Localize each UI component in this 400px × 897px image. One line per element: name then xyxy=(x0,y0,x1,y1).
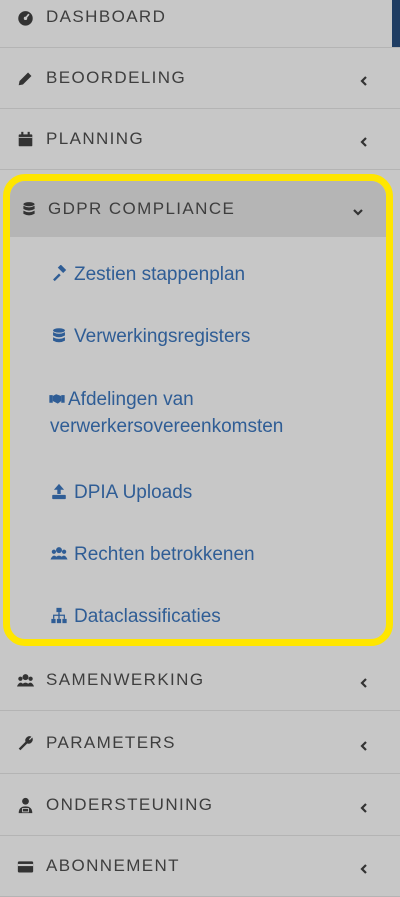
sidebar-item-label: PLANNING xyxy=(46,129,145,148)
wrench-icon xyxy=(14,734,36,752)
upload-icon xyxy=(50,481,70,500)
handshake-icon xyxy=(48,388,68,405)
chevron-left-icon xyxy=(358,72,370,86)
submenu-verwerkingsregisters[interactable]: Verwerkingsregisters xyxy=(50,323,250,350)
sidebar-item-label: GDPR COMPLIANCE xyxy=(48,199,236,218)
sidebar-item-label: ONDERSTEUNING xyxy=(46,795,214,814)
chevron-left-icon xyxy=(358,799,370,813)
sidebar-item-abonnement[interactable]: ABONNEMENT xyxy=(0,836,400,897)
submenu-label: Verwerkingsregisters xyxy=(74,326,251,347)
support-user-icon xyxy=(14,796,36,814)
users-icon xyxy=(14,671,36,689)
sidebar-item-ondersteuning[interactable]: ONDERSTEUNING xyxy=(0,775,400,836)
submenu-label: Dataclassificaties xyxy=(74,606,221,627)
chevron-down-icon xyxy=(352,203,364,216)
users-icon xyxy=(50,543,70,560)
chevron-left-icon xyxy=(358,674,370,688)
gauge-icon xyxy=(14,8,36,26)
sidebar-item-dashboard[interactable]: DASHBOARD xyxy=(0,0,400,48)
submenu-dataclassificaties[interactable]: Dataclassificaties xyxy=(50,603,221,630)
submenu-label: Zestien stappenplan xyxy=(74,264,246,285)
credit-card-icon xyxy=(14,857,36,875)
chevron-left-icon xyxy=(358,737,370,751)
pencil-icon xyxy=(14,69,36,87)
sidebar-item-label: DASHBOARD xyxy=(46,7,167,26)
sidebar-item-gdpr-compliance[interactable]: GDPR COMPLIANCE xyxy=(10,181,386,237)
database-icon xyxy=(50,325,70,343)
submenu-zestien-stappenplan[interactable]: Zestien stappenplan xyxy=(50,261,245,288)
sitemap-icon xyxy=(50,605,70,624)
submenu-dpia-uploads[interactable]: DPIA Uploads xyxy=(50,479,192,506)
submenu-label: DPIA Uploads xyxy=(74,482,193,503)
submenu-rechten-betrokkenen[interactable]: Rechten betrokkenen xyxy=(50,541,255,568)
sidebar-item-samenwerking[interactable]: SAMENWERKING xyxy=(0,650,400,711)
database-icon xyxy=(18,200,40,218)
chevron-left-icon xyxy=(358,860,370,874)
sidebar-item-label: BEOORDELING xyxy=(46,68,187,87)
chevron-left-icon xyxy=(358,133,370,147)
submenu-afdelingen-verwerkersovereenkomsten[interactable]: Afdelingen van verwerkersovereenkomsten xyxy=(48,386,380,440)
sidebar-item-planning[interactable]: PLANNING xyxy=(0,109,400,170)
gdpr-compliance-section: GDPR COMPLIANCE Zestien stappenplan Verw… xyxy=(3,174,393,646)
sidebar-item-label: SAMENWERKING xyxy=(46,670,205,689)
submenu-label: Rechten betrokkenen xyxy=(74,544,255,565)
sidebar-item-parameters[interactable]: PARAMETERS xyxy=(0,713,400,774)
sidebar-item-label: ABONNEMENT xyxy=(46,856,180,875)
sidebar-item-beoordeling[interactable]: BEOORDELING xyxy=(0,48,400,109)
calendar-icon xyxy=(14,130,36,148)
sidebar-item-label: PARAMETERS xyxy=(46,733,176,752)
gavel-icon xyxy=(50,263,70,282)
submenu-label: Afdelingen van verwerkersovereenkomsten xyxy=(50,389,284,437)
